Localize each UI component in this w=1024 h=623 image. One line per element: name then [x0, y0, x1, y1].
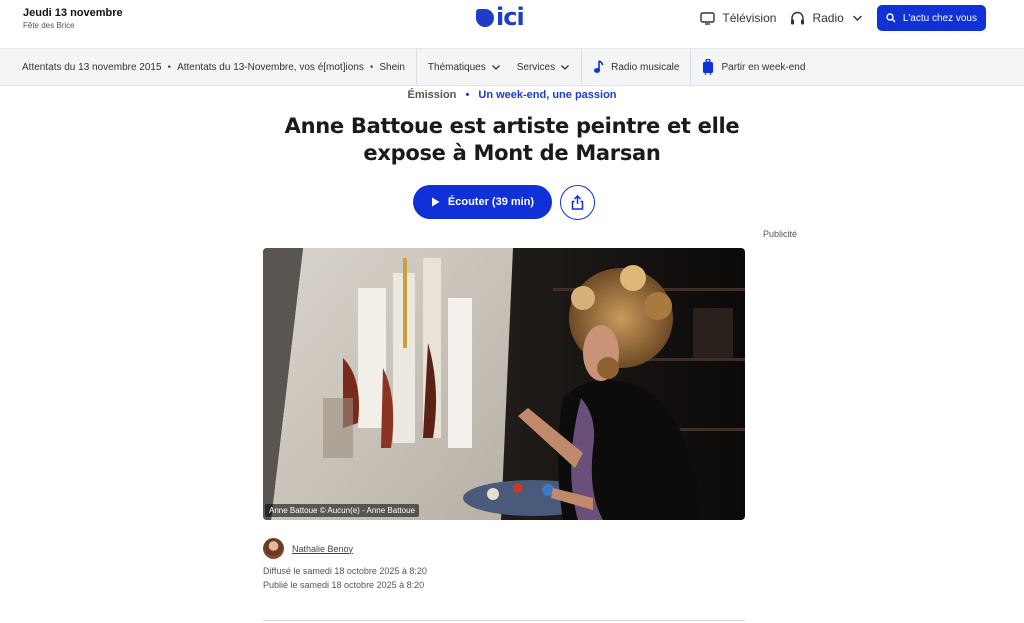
trend-link[interactable]: Shein — [379, 62, 405, 73]
partir-weekend-label: Partir en week-end — [721, 61, 806, 73]
bullet-separator: • — [167, 61, 172, 73]
services-label: Services — [516, 61, 556, 73]
search-icon — [886, 13, 896, 23]
content-type: Émission — [407, 89, 457, 101]
radio-musicale-link[interactable]: Radio musicale — [593, 60, 679, 74]
author-block: Nathalie Benoy — [263, 538, 353, 559]
radio-musicale-label: Radio musicale — [611, 61, 680, 73]
bullet-separator: • — [369, 61, 374, 73]
headphones-icon — [791, 11, 805, 25]
artist-painting-illustration — [263, 248, 745, 520]
nav-divider — [581, 49, 583, 85]
tv-icon — [700, 11, 716, 25]
ad-label: Publicité — [763, 229, 798, 239]
suitcase-icon — [703, 59, 714, 75]
top-header: Jeudi 13 novembre Fête des Brice ici Tél… — [0, 0, 1024, 48]
date-block: Jeudi 13 novembre Fête des Brice — [23, 7, 123, 31]
listen-label: Écouter (39 min) — [447, 196, 535, 208]
listen-button[interactable]: Écouter (39 min) — [413, 185, 552, 219]
image-credit: Anne Battoue © Aucun(e) - Anne Battoue — [265, 504, 419, 517]
current-date: Jeudi 13 novembre — [23, 7, 123, 19]
header-nav: Télévision Radio L'actu chez vous — [700, 5, 986, 31]
television-label: Télévision — [722, 11, 777, 25]
trend-link[interactable]: Attentats du 13 novembre 2015 — [22, 62, 162, 73]
partir-weekend-link[interactable]: Partir en week-end — [702, 59, 805, 75]
article-title: Anne Battoue est artiste peintre et elle… — [284, 114, 740, 165]
share-button[interactable] — [560, 185, 595, 220]
play-icon — [431, 197, 440, 207]
radio-label: Radio — [812, 11, 844, 25]
local-news-button[interactable]: L'actu chez vous — [876, 5, 986, 31]
radio-menu[interactable]: Radio — [790, 11, 862, 25]
television-link[interactable]: Télévision — [700, 11, 776, 25]
author-link[interactable]: Nathalie Benoy — [292, 544, 353, 554]
article-image — [263, 248, 745, 520]
published-date: Publié le samedi 18 octobre 2025 à 8:20 — [263, 580, 425, 590]
kicker-separator: • — [465, 89, 470, 101]
thematiques-menu[interactable]: Thématiques — [428, 62, 501, 73]
logo-mark-icon — [476, 9, 494, 27]
chevron-down-icon — [491, 64, 500, 70]
share-icon — [571, 195, 584, 210]
trending-topics: Attentats du 13 novembre 2015 • Attentat… — [0, 49, 405, 85]
broadcast-date: Diffusé le samedi 18 octobre 2025 à 8:20 — [263, 566, 427, 576]
trend-link[interactable]: Attentats du 13-Novembre, vos é[mot]ions — [177, 62, 364, 73]
logo-text: ici — [496, 3, 525, 31]
avatar — [263, 538, 284, 559]
secondary-nav: Attentats du 13 novembre 2015 • Attentat… — [0, 48, 1024, 86]
chevron-down-icon — [561, 64, 570, 70]
nav-divider — [415, 49, 417, 85]
article-kicker: Émission • Un week-end, une passion — [0, 89, 1024, 101]
nav-divider — [690, 49, 692, 85]
ici-logo[interactable]: ici — [476, 3, 525, 31]
content-divider — [263, 620, 745, 621]
services-menu[interactable]: Services — [517, 62, 570, 73]
thematiques-label: Thématiques — [427, 61, 486, 73]
cta-label: L'actu chez vous — [902, 12, 977, 24]
chevron-down-icon — [852, 15, 862, 21]
music-note-icon — [594, 60, 604, 73]
show-link[interactable]: Un week-end, une passion — [478, 89, 616, 101]
saint-of-day: Fête des Brice — [23, 21, 75, 30]
